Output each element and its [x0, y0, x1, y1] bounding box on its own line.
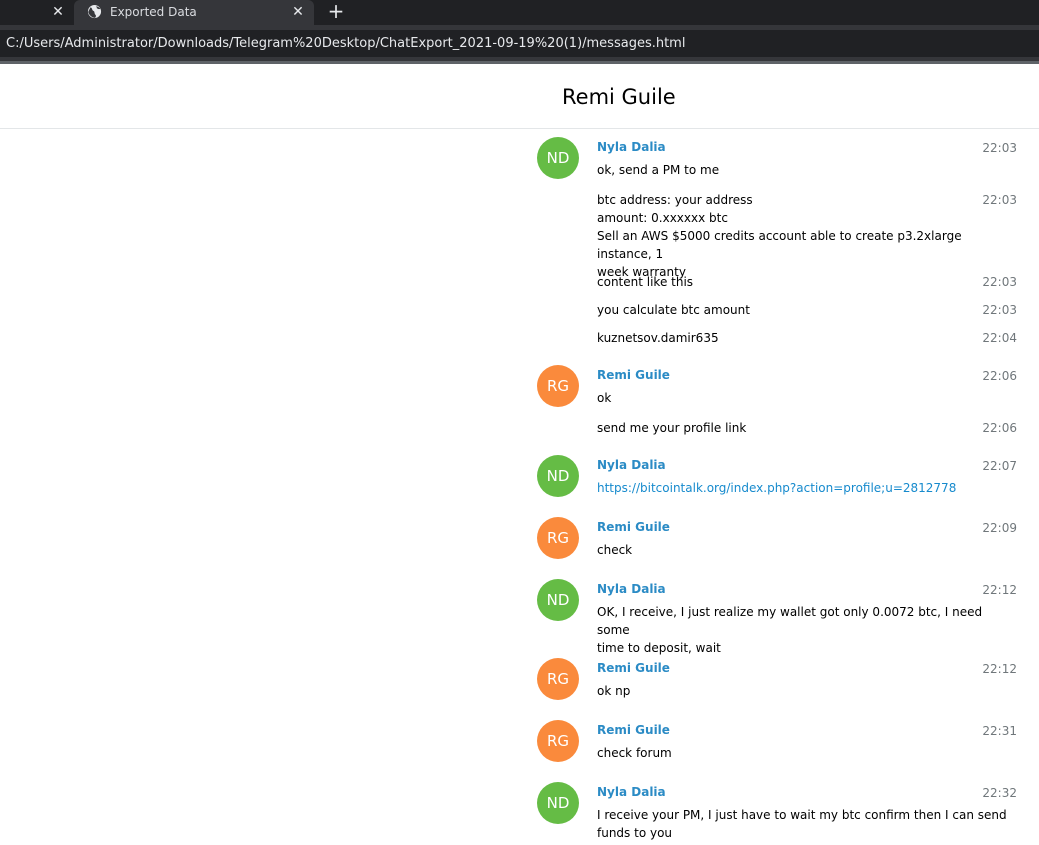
sender-name[interactable]: Remi Guile [597, 660, 670, 676]
sender-name[interactable]: Nyla Dalia [597, 139, 666, 155]
chat-header: Remi Guile [0, 64, 1039, 129]
message-line: you calculate btc amount [597, 303, 750, 317]
url-field[interactable]: C:/Users/Administrator/Downloads/Telegra… [0, 30, 1039, 57]
message-text: ok [597, 389, 1009, 407]
page-title: Remi Guile [562, 85, 676, 109]
sender-name[interactable]: Remi Guile [597, 722, 670, 738]
message-text: OK, I receive, I just realize my wallet … [597, 603, 1009, 657]
message-line[interactable]: https://bitcointalk.org/index.php?action… [597, 479, 1009, 497]
message-line: send me your profile link [597, 421, 747, 435]
message-text: send me your profile link [597, 419, 1009, 437]
message-line: btc address: your address [597, 193, 753, 207]
message-text: ok np [597, 682, 1009, 700]
message-group: ND Nyla Dalia 22:03 ok, send a PM to me [537, 129, 1017, 189]
message-time: 22:12 [982, 583, 1017, 597]
message-joined: 22:04 kuznetsov.damir635 [537, 329, 1017, 353]
avatar[interactable]: RG [537, 658, 579, 700]
sender-name[interactable]: Nyla Dalia [597, 457, 666, 473]
sender-name[interactable]: Remi Guile [597, 519, 670, 535]
message-line: kuznetsov.damir635 [597, 331, 719, 345]
message-time: 22:07 [982, 459, 1017, 473]
avatar[interactable]: RG [537, 720, 579, 762]
message-text: ok, send a PM to me [597, 161, 1009, 179]
message-history: ND Nyla Dalia 22:03 ok, send a PM to me 22:0… [0, 129, 1039, 845]
message-line: I receive your PM, I just have to wait m… [597, 808, 1007, 822]
message-line: Sell an AWS $5000 credits account able t… [597, 229, 962, 261]
message-line: ok np [597, 684, 631, 698]
close-tab-icon[interactable]: ✕ [290, 4, 306, 20]
sender-name[interactable]: Nyla Dalia [597, 784, 666, 800]
browser-tab-strip: ✕ Exported Data ✕ + [0, 0, 1039, 25]
message-text: kuznetsov.damir635 [597, 329, 1009, 347]
message-line: ok, send a PM to me [597, 163, 720, 177]
message-line: content like this [597, 275, 694, 289]
message-group: ND Nyla Dalia 22:07 https://bitcointalk.org… [537, 447, 1017, 507]
message-line: funds to you [597, 826, 673, 840]
message-time: 22:12 [982, 662, 1017, 676]
message-group: ND Nyla Dalia 22:32 I receive your PM, I ju… [537, 774, 1017, 840]
avatar[interactable]: ND [537, 137, 579, 179]
message-text: content like this [597, 273, 1009, 291]
message-joined: 22:03 content like this [537, 273, 1017, 297]
url-text: C:/Users/Administrator/Downloads/Telegra… [6, 36, 686, 51]
message-group: RG Remi Guile 22:12 ok np [537, 650, 1017, 710]
message-line: ok [597, 391, 612, 405]
message-line: OK, I receive, I just realize my wallet … [597, 605, 983, 637]
message-text: I receive your PM, I just have to wait m… [597, 806, 1009, 842]
message-time: 22:09 [982, 521, 1017, 535]
avatar[interactable]: ND [537, 579, 579, 621]
message-joined: 22:06 send me your profile link [537, 419, 1017, 443]
message-text: you calculate btc amount [597, 301, 1009, 319]
avatar[interactable]: ND [537, 782, 579, 824]
message-joined: 22:03 btc address: your address amount: 0.… [537, 191, 1017, 279]
avatar[interactable]: RG [537, 517, 579, 559]
message-line: check [597, 543, 633, 557]
message-line: amount: 0.xxxxxx btc [597, 211, 728, 225]
message-link[interactable]: https://bitcointalk.org/index.php?action… [597, 479, 1009, 497]
message-time: 22:03 [982, 141, 1017, 155]
message-time: 22:31 [982, 724, 1017, 738]
browser-tab-inactive[interactable]: ✕ [0, 0, 73, 25]
browser-tab-active[interactable]: Exported Data ✕ [74, 0, 314, 25]
avatar[interactable]: ND [537, 455, 579, 497]
new-tab-plus-icon[interactable]: + [326, 0, 346, 22]
message-group: ND Nyla Dalia 22:12 OK, I receive, I just r… [537, 571, 1017, 655]
message-line: check forum [597, 746, 672, 760]
message-time: 22:32 [982, 786, 1017, 800]
message-joined: 22:03 you calculate btc amount [537, 301, 1017, 325]
close-tab-icon[interactable]: ✕ [50, 4, 66, 20]
address-bar: C:/Users/Administrator/Downloads/Telegra… [0, 25, 1039, 61]
message-text: check [597, 541, 1009, 559]
avatar[interactable]: RG [537, 365, 579, 407]
message-group: RG Remi Guile 22:06 ok [537, 357, 1017, 417]
sender-name[interactable]: Nyla Dalia [597, 581, 666, 597]
tab-title: Exported Data [110, 5, 197, 19]
message-text: btc address: your address amount: 0.xxxxx… [597, 191, 1009, 281]
message-group: RG Remi Guile 22:09 check [537, 509, 1017, 569]
message-time: 22:06 [982, 369, 1017, 383]
message-group: RG Remi Guile 22:31 check forum [537, 712, 1017, 772]
globe-icon [87, 4, 102, 19]
sender-name[interactable]: Remi Guile [597, 367, 670, 383]
message-text: check forum [597, 744, 1009, 762]
